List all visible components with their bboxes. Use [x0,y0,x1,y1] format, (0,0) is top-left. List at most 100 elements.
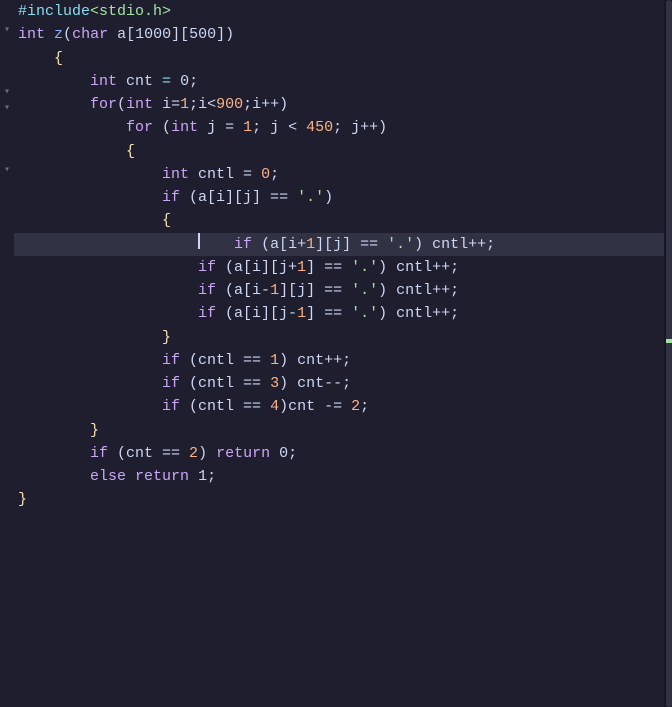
code-line: if (a[i-1][j] == '.') cntl++; [14,279,664,302]
code-editor[interactable]: ▾▾▾▾ #include<stdio.h>int z(char a[1000]… [0,0,672,707]
token-var [198,233,234,256]
token-var: 1; [189,465,216,488]
code-line: for (int j = 1; j < 450; j++) [14,116,664,139]
gutter-row [0,0,14,23]
token-number: 1 [297,256,306,279]
gutter-row[interactable]: ▾ [0,85,14,101]
token-var: (cntl == [180,395,270,418]
token-var [18,186,162,209]
gutter-row [0,388,14,411]
token-kw-type: int [126,93,153,116]
gutter-row [0,202,14,225]
token-var [126,465,135,488]
token-var [18,163,162,186]
token-var: ; [270,163,279,186]
token-number: 0 [261,163,270,186]
token-kw-type: int [18,23,45,46]
token-kw-control: if [198,302,216,325]
gutter-row [0,341,14,364]
token-bracket: } [18,419,99,442]
token-string: '.' [351,302,378,325]
code-line: if (a[i][j-1] == '.') cntl++; [14,302,664,325]
gutter-row[interactable]: ▾ [0,23,14,39]
token-kw-type: char [72,23,108,46]
token-var: i= [153,93,180,116]
token-kw-control: for [126,116,153,139]
token-kw-control: return [135,465,189,488]
token-var: ) cntl++; [378,256,459,279]
token-string: '.' [351,256,378,279]
token-var: (a[i][j+ [216,256,297,279]
token-kw-control: if [198,279,216,302]
token-number: 2 [189,442,198,465]
token-var: ; [360,395,369,418]
code-line: for(int i=1;i<900;i++) [14,93,664,116]
code-line: { [14,140,664,163]
token-kw-control: if [162,372,180,395]
gutter-row [0,295,14,318]
code-line: if (cntl == 1) cnt++; [14,349,664,372]
token-var [18,465,90,488]
token-var: (cntl == [180,349,270,372]
scrollbar-marker-green [666,339,672,343]
token-var: ; j++) [333,116,387,139]
token-var: (a[i][j- [216,302,297,325]
token-kw-control: if [90,442,108,465]
token-var: cntl = [189,163,261,186]
token-bracket: { [18,140,135,163]
token-number: 1 [270,279,279,302]
token-bracket: { [18,209,171,232]
token-var: a[1000][500] [108,23,225,46]
token-kw-control: if [162,395,180,418]
token-var: (cntl == [180,372,270,395]
token-string: '.' [387,233,414,256]
code-line: { [14,47,664,70]
token-var [18,256,198,279]
code-line: if (a[i+1][j] == '.') cntl++; [14,233,664,256]
token-var: ;i++) [243,93,288,116]
gutter-row[interactable]: ▾ [0,101,14,117]
token-paren: ( [117,93,126,116]
token-var: ) cntl++; [378,302,459,325]
token-number: 1 [180,93,189,116]
token-bracket: { [18,47,63,70]
editor-scrollbar[interactable] [664,0,672,707]
token-kw-control: if [234,233,252,256]
code-line: } [14,326,664,349]
token-var: ) cntl++; [378,279,459,302]
code-line: if (cnt == 2) return 0; [14,442,664,465]
gutter-row[interactable]: ▾ [0,163,14,179]
token-var: (cnt == [108,442,189,465]
token-var: (a[i- [216,279,270,302]
scrollbar-thumb[interactable] [666,0,672,707]
gutter-row [0,178,14,201]
token-preprocessor: #include [18,0,90,23]
code-line: int cnt = 0; [14,70,664,93]
token-string: '.' [351,279,378,302]
code-line: int z(char a[1000][500]) [14,23,664,46]
token-var [18,233,198,256]
token-number: 2 [351,395,360,418]
token-var: ][j] == [315,233,387,256]
token-number: 1 [270,349,279,372]
code-line: if (a[i][j+1] == '.') cntl++; [14,256,664,279]
token-var [18,70,90,93]
token-fn-name: z [54,23,63,46]
token-var: ][j] == [279,279,351,302]
token-kw-type: int [171,116,198,139]
token-kw-control: for [90,93,117,116]
gutter-row [0,457,14,480]
token-var: ] == [306,256,351,279]
token-paren: ) [225,23,234,46]
token-string: '.' [297,186,324,209]
token-var [18,372,162,395]
token-var: j = [198,116,243,139]
token-var: ; j < [252,116,306,139]
token-number: 1 [306,233,315,256]
token-var: (a[i][j] == [180,186,297,209]
token-var: ;i< [189,93,216,116]
token-bracket: } [18,326,171,349]
token-var: (a[i+ [252,233,306,256]
token-var [18,395,162,418]
token-var: cnt [117,70,162,93]
